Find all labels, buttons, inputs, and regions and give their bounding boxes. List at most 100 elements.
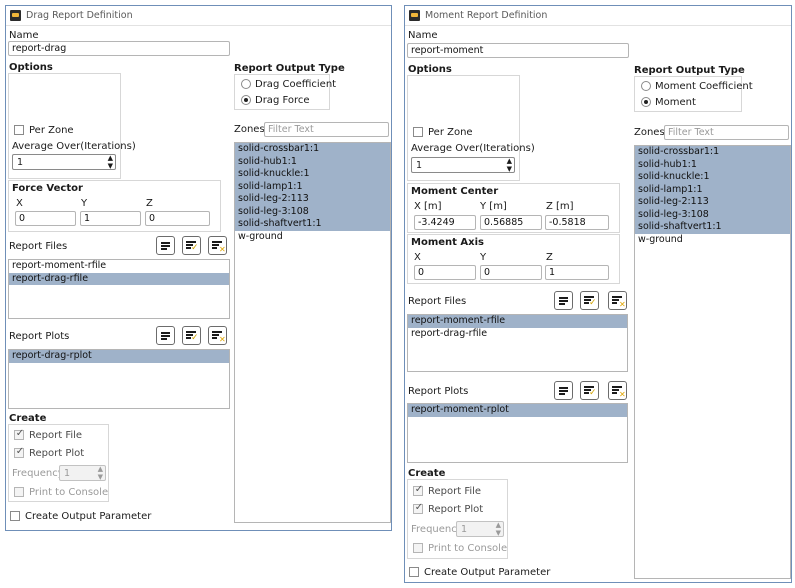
drag-coefficient-radio[interactable] [241,79,251,89]
select-all-icon[interactable]: ✓ [580,291,599,310]
moment-coefficient-radio[interactable] [641,81,651,91]
list-item[interactable]: report-drag-rfile [9,272,229,285]
report-plots-list[interactable]: report-drag-rplot [8,349,230,409]
list-item[interactable]: w-ground [635,234,790,247]
force-z-label: Z [146,198,153,209]
deselect-all-icon[interactable]: ✕ [208,326,227,345]
list-view-icon[interactable] [156,326,175,345]
moment-axis-heading: Moment Axis [411,237,484,248]
list-item[interactable]: solid-leg-3:108 [235,205,390,218]
moment-axis-x-input[interactable]: 0 [414,265,476,280]
drag-force-label: Drag Force [255,95,310,106]
average-over-spinner[interactable]: 1 ▲ ▼ [411,157,515,173]
moment-center-z-input[interactable]: -0.5818 [545,215,609,230]
moment-axis-z-input[interactable]: 1 [545,265,609,280]
report-files-label: Report Files [408,296,467,307]
zones-filter-input[interactable]: Filter Text [664,125,789,140]
report-plot-checkbox[interactable]: ✓ [413,502,423,514]
list-item[interactable]: solid-crossbar1:1 [635,146,790,159]
title-bar: Drag Report Definition [6,6,391,26]
spin-up-icon[interactable]: ▲ [496,521,501,529]
list-item[interactable]: solid-leg-3:108 [635,208,790,221]
report-plots-label: Report Plots [9,331,70,342]
list-item[interactable]: w-ground [235,231,390,244]
moment-axis-x-label: X [414,252,421,263]
spin-up-icon[interactable]: ▲ [98,465,103,473]
list-item[interactable]: report-drag-rplot [9,350,229,363]
select-all-icon[interactable]: ✓ [182,236,201,255]
moment-center-x-label: X [m] [414,201,442,212]
print-console-label: Print to Console [29,487,109,498]
spin-up-icon[interactable]: ▲ [108,154,113,162]
name-label: Name [408,30,438,41]
force-y-input[interactable]: 1 [80,211,141,226]
moment-axis-y-input[interactable]: 0 [480,265,542,280]
list-item[interactable]: solid-leg-2:113 [235,193,390,206]
zones-list[interactable]: solid-crossbar1:1 solid-hub1:1 solid-knu… [634,145,791,579]
moment-axis-y-label: Y [480,252,487,263]
per-zone-checkbox[interactable] [14,125,24,135]
print-console-label: Print to Console [428,543,508,554]
spin-down-icon[interactable]: ▼ [496,529,501,537]
list-item[interactable]: report-moment-rfile [408,315,627,328]
zones-list[interactable]: solid-crossbar1:1 solid-hub1:1 solid-knu… [234,142,391,523]
frequency-spinner[interactable]: 1 ▲ ▼ [59,465,106,481]
print-console-checkbox[interactable] [413,543,423,553]
report-file-checkbox[interactable]: ✓ [14,428,24,440]
frequency-label: Frequency [12,468,64,479]
average-over-spinner[interactable]: 1 ▲ ▼ [12,154,116,170]
list-view-icon[interactable] [554,381,573,400]
list-view-icon[interactable] [156,236,175,255]
spin-up-icon[interactable]: ▲ [507,157,512,165]
report-plot-checkbox[interactable]: ✓ [14,446,24,458]
report-plots-list[interactable]: report-moment-rplot [407,403,628,463]
list-item[interactable]: solid-shaftvert1:1 [635,221,790,234]
list-item[interactable]: solid-lamp1:1 [235,180,390,193]
create-output-checkbox[interactable] [10,511,20,521]
spin-down-icon[interactable]: ▼ [108,162,113,170]
list-item[interactable]: report-moment-rfile [9,260,229,273]
force-x-input[interactable]: 0 [15,211,76,226]
name-input[interactable]: report-drag [8,41,230,56]
report-file-checkbox[interactable]: ✓ [413,484,423,496]
deselect-all-icon[interactable]: ✕ [608,381,627,400]
list-view-icon[interactable] [554,291,573,310]
list-item[interactable]: solid-knuckle:1 [235,168,390,181]
create-output-label: Create Output Parameter [25,511,152,522]
list-item[interactable]: solid-hub1:1 [635,158,790,171]
list-item[interactable]: solid-knuckle:1 [635,171,790,184]
zones-label: Zones [634,127,665,138]
select-all-icon[interactable]: ✓ [580,381,599,400]
force-z-input[interactable]: 0 [145,211,210,226]
list-item[interactable]: solid-lamp1:1 [635,183,790,196]
deselect-all-icon[interactable]: ✕ [208,236,227,255]
per-zone-label: Per Zone [29,125,74,136]
report-files-list[interactable]: report-moment-rfile report-drag-rfile [8,259,230,319]
deselect-all-icon[interactable]: ✕ [608,291,627,310]
name-input[interactable]: report-moment [407,43,629,58]
list-item[interactable]: report-drag-rfile [408,328,627,341]
report-output-type-heading: Report Output Type [634,65,745,76]
frequency-spinner[interactable]: 1 ▲ ▼ [456,521,504,537]
report-files-list[interactable]: report-moment-rfile report-drag-rfile [407,314,628,372]
moment-center-x-input[interactable]: -3.4249 [414,215,476,230]
list-item[interactable]: report-moment-rplot [408,404,627,417]
print-console-checkbox[interactable] [14,487,24,497]
spin-down-icon[interactable]: ▼ [507,165,512,173]
moment-radio[interactable] [641,97,651,107]
moment-report-window: Moment Report Definition Name report-mom… [404,5,792,583]
select-all-icon[interactable]: ✓ [182,326,201,345]
list-item[interactable]: solid-hub1:1 [235,155,390,168]
create-output-checkbox[interactable] [409,567,419,577]
zones-filter-input[interactable]: Filter Text [264,122,389,137]
drag-force-radio[interactable] [241,95,251,105]
moment-center-y-input[interactable]: 0.56885 [480,215,542,230]
list-item[interactable]: solid-shaftvert1:1 [235,218,390,231]
report-output-type-heading: Report Output Type [234,63,345,74]
spin-down-icon[interactable]: ▼ [98,473,103,481]
per-zone-checkbox[interactable] [413,127,423,137]
list-item[interactable]: solid-crossbar1:1 [235,143,390,156]
drag-coefficient-label: Drag Coefficient [255,79,337,90]
list-item[interactable]: solid-leg-2:113 [635,196,790,209]
report-plots-label: Report Plots [408,386,469,397]
